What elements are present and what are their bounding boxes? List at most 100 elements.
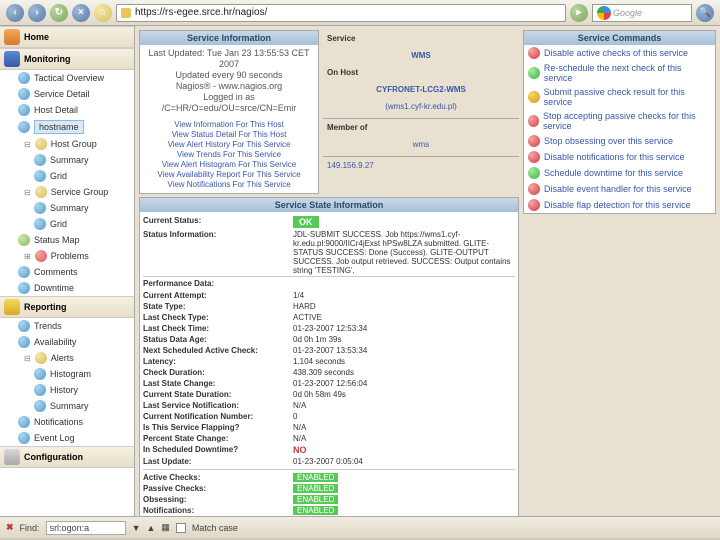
find-next-icon[interactable]: ▼	[132, 523, 141, 533]
command-link[interactable]: Schedule downtime for this service	[524, 165, 715, 181]
link-host-info[interactable]: View Information For This Host	[143, 120, 315, 130]
status-badge: OK	[293, 216, 319, 228]
command-icon	[528, 167, 540, 179]
sidebar-history[interactable]: History	[0, 382, 134, 398]
host-name[interactable]: CYFRONET-LCG2-WMS	[323, 81, 519, 98]
hostname-input-row: hostname	[0, 118, 134, 136]
sidebar-home[interactable]: Home	[0, 26, 134, 48]
command-icon	[528, 135, 540, 147]
sidebar-problems[interactable]: ⊞Problems	[0, 248, 134, 264]
sidebar-notifications[interactable]: Notifications	[0, 414, 134, 430]
link-notifications[interactable]: View Notifications For This Service	[143, 180, 315, 190]
sidebar-hg-summary[interactable]: Summary	[0, 152, 134, 168]
forward-button[interactable]: ›	[28, 4, 46, 22]
find-prev-icon[interactable]: ▲	[146, 523, 155, 533]
sidebar-item-host-detail[interactable]: Host Detail	[0, 102, 134, 118]
command-icon	[528, 47, 540, 59]
url-text: https://rs-egee.srce.hr/nagios/	[135, 7, 267, 18]
sidebar-reporting[interactable]: Reporting	[0, 296, 134, 318]
state-row: Status Data Age:0d 0h 1m 39s	[143, 334, 515, 345]
stop-button[interactable]: ×	[72, 4, 90, 22]
command-link[interactable]: Disable event handler for this service	[524, 181, 715, 197]
sidebar-item-service-detail[interactable]: Service Detail	[0, 86, 134, 102]
service-name[interactable]: WMS	[323, 47, 519, 64]
highlight-icon[interactable]: ▦	[161, 522, 170, 533]
flag-row: Passive Checks:ENABLED	[143, 483, 515, 494]
command-link[interactable]: Submit passive check result for this ser…	[524, 85, 715, 109]
sidebar-host-group[interactable]: ⊟Host Group	[0, 136, 134, 152]
google-icon	[597, 6, 611, 20]
command-icon	[528, 91, 540, 103]
command-link[interactable]: Stop accepting passive checks for this s…	[524, 109, 715, 133]
state-row: Is This Service Flapping?N/A	[143, 422, 515, 433]
link-alert-histogram[interactable]: View Alert Histogram For This Service	[143, 160, 315, 170]
service-links: View Information For This Host View Stat…	[140, 117, 318, 193]
member-group[interactable]: wms	[323, 136, 519, 153]
host-addr: (wms1.cyf-kr.edu.pl)	[323, 98, 519, 115]
hostname-input[interactable]: hostname	[34, 120, 84, 134]
state-info-panel: Service State Information Current Status…	[139, 197, 519, 516]
close-find-icon[interactable]: ✖	[6, 522, 14, 533]
command-link[interactable]: Disable notifications for this service	[524, 149, 715, 165]
reload-button[interactable]: ↻	[50, 4, 68, 22]
state-row: Percent State Change:N/A	[143, 433, 515, 444]
state-row: Latency:1.104 seconds	[143, 356, 515, 367]
search-go-icon[interactable]: 🔍	[696, 4, 714, 22]
commands-header: Service Commands	[524, 31, 715, 45]
command-icon	[528, 115, 539, 127]
sidebar-alert-summary[interactable]: Summary	[0, 398, 134, 414]
state-info-header: Service State Information	[140, 198, 518, 212]
find-bar: ✖ Find: srl:ogon:a ▼ ▲ ▦ Match case	[0, 516, 720, 538]
sidebar-configuration[interactable]: Configuration	[0, 446, 134, 468]
sidebar-alerts[interactable]: ⊟Alerts	[0, 350, 134, 366]
command-link[interactable]: Disable active checks of this service	[524, 45, 715, 61]
sidebar-sg-summary[interactable]: Summary	[0, 200, 134, 216]
command-link[interactable]: Re-schedule the next check of this servi…	[524, 61, 715, 85]
find-label: Find:	[20, 523, 40, 533]
state-row: Current State Duration:0d 0h 58m 49s	[143, 389, 515, 400]
browser-toolbar: ‹ › ↻ × ⌂ https://rs-egee.srce.hr/nagios…	[0, 0, 720, 26]
find-input[interactable]: srl:ogon:a	[46, 521, 126, 535]
sidebar-availability[interactable]: Availability	[0, 334, 134, 350]
link-trends[interactable]: View Trends For This Service	[143, 150, 315, 160]
sidebar-downtime[interactable]: Downtime	[0, 280, 134, 296]
lock-icon	[121, 8, 131, 18]
flag-row: Obsessing:ENABLED	[143, 494, 515, 505]
sidebar: Home Monitoring Tactical Overview Servic…	[0, 26, 135, 516]
state-row: State Type:HARD	[143, 301, 515, 312]
search-box[interactable]: Google	[592, 4, 692, 22]
command-link[interactable]: Disable flap detection for this service	[524, 197, 715, 213]
state-row: Last Update:01-23-2007 0:05:04	[143, 456, 515, 467]
state-row: Last Service Notification:N/A	[143, 400, 515, 411]
command-icon	[528, 67, 540, 79]
sidebar-comments[interactable]: Comments	[0, 264, 134, 280]
go-button[interactable]: ▸	[570, 4, 588, 22]
sidebar-sg-grid[interactable]: Grid	[0, 216, 134, 232]
service-info-panel: Service Information Last Updated: Tue Ja…	[139, 30, 319, 194]
service-info-header: Service Information	[140, 31, 318, 45]
sidebar-service-group[interactable]: ⊟Service Group	[0, 184, 134, 200]
url-bar[interactable]: https://rs-egee.srce.hr/nagios/	[116, 4, 566, 22]
match-case-checkbox[interactable]	[176, 523, 186, 533]
flag-row: Notifications:ENABLED	[143, 505, 515, 516]
match-case-label: Match case	[192, 523, 238, 533]
command-link[interactable]: Stop obsessing over this service	[524, 133, 715, 149]
command-icon	[528, 199, 540, 211]
sidebar-item-tactical[interactable]: Tactical Overview	[0, 70, 134, 86]
link-availability[interactable]: View Availability Report For This Servic…	[143, 170, 315, 180]
sidebar-monitoring[interactable]: Monitoring	[0, 48, 134, 70]
sidebar-event-log[interactable]: Event Log	[0, 430, 134, 446]
link-alert-history[interactable]: View Alert History For This Service	[143, 140, 315, 150]
command-icon	[528, 151, 540, 163]
home-button[interactable]: ⌂	[94, 4, 112, 22]
state-row: Current Attempt:1/4	[143, 290, 515, 301]
sidebar-status-map[interactable]: Status Map	[0, 232, 134, 248]
back-button[interactable]: ‹	[6, 4, 24, 22]
wrench-icon	[4, 449, 20, 465]
sidebar-trends[interactable]: Trends	[0, 318, 134, 334]
sidebar-hg-grid[interactable]: Grid	[0, 168, 134, 184]
link-status-detail[interactable]: View Status Detail For This Host	[143, 130, 315, 140]
sidebar-histogram[interactable]: Histogram	[0, 366, 134, 382]
state-row: Last Check Type:ACTIVE	[143, 312, 515, 323]
commands-panel: Service Commands Disable active checks o…	[523, 30, 716, 214]
